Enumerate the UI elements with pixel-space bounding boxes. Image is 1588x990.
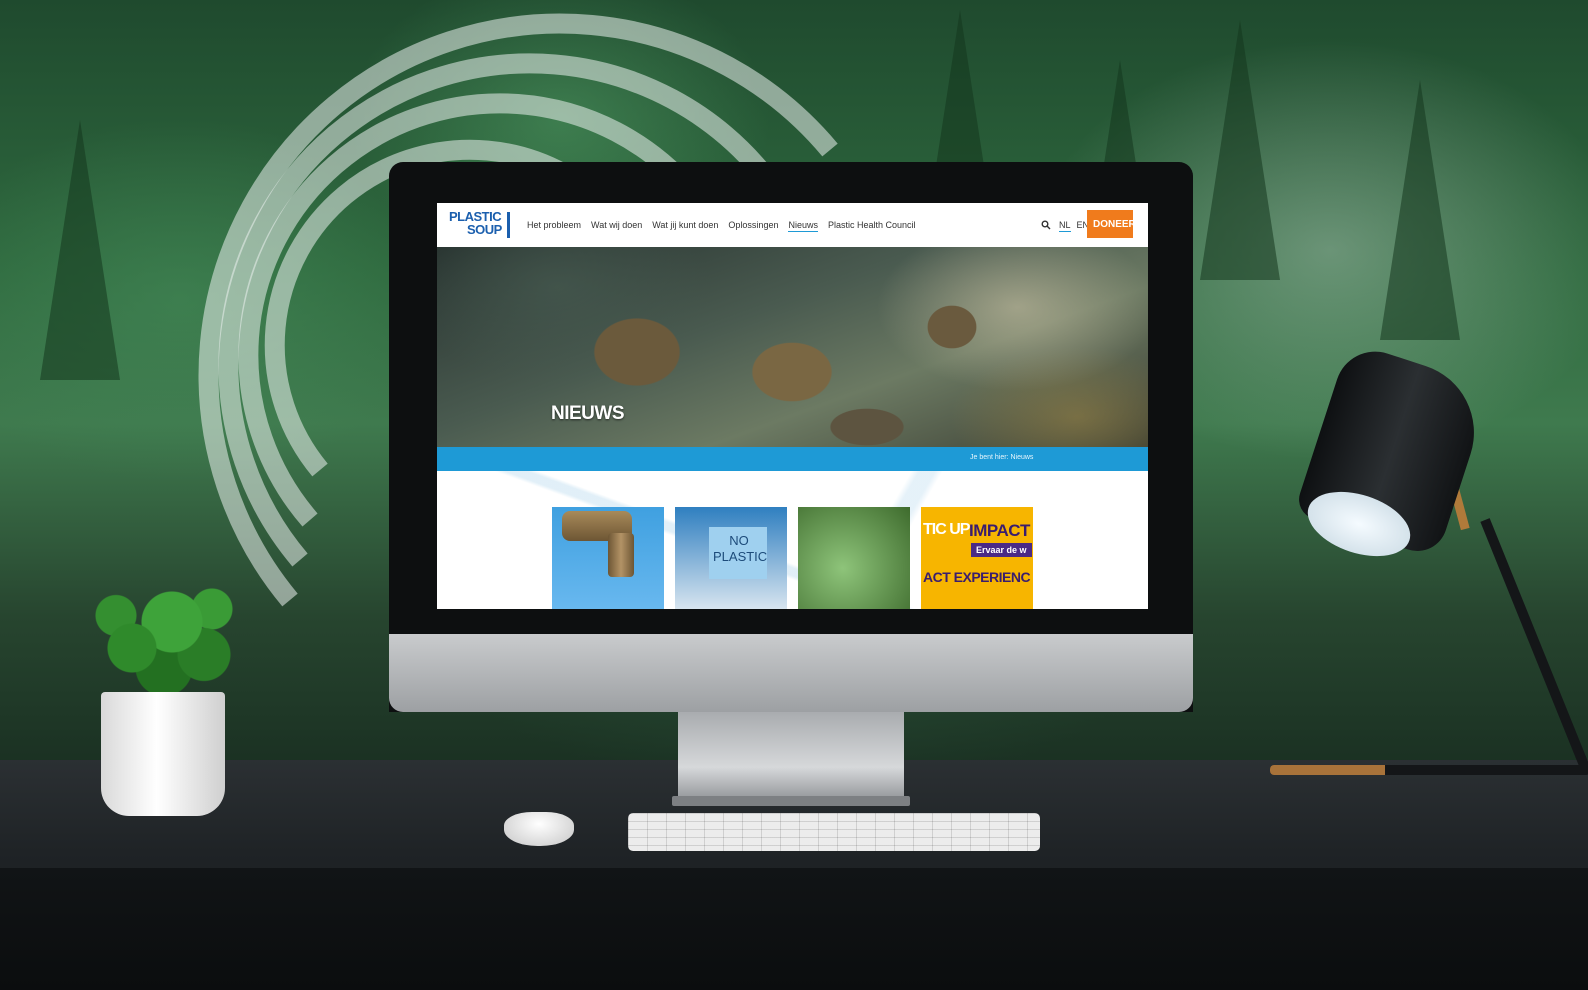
page-title: NIEUWS [551, 403, 625, 424]
impact-side-text: TIC UP [923, 521, 970, 538]
site-header: PLASTIC SOUP Het probleem Wat wij doen W… [437, 203, 1148, 247]
lamp-base-accent [1270, 765, 1385, 775]
main-menu: Het probleem Wat wij doen Wat jij kunt d… [527, 219, 916, 232]
plant-pot [101, 692, 225, 816]
breadcrumb-bar: Je bent hier: Nieuws [437, 447, 1148, 471]
impact-tagline: Ervaar de w [971, 543, 1032, 557]
impact-headline: IMPACT [969, 521, 1030, 540]
plastic-soup-logo[interactable]: PLASTIC SOUP [449, 210, 510, 240]
plant-leaves [84, 570, 244, 700]
keyboard [628, 813, 1040, 851]
nav-item-wat-wij-doen[interactable]: Wat wij doen [591, 219, 642, 232]
faucet-spout-image [608, 533, 634, 577]
desk-scene: PLASTIC SOUP Het probleem Wat wij doen W… [0, 0, 1588, 990]
lang-nl[interactable]: NL [1059, 219, 1071, 232]
monitor-chin [389, 634, 1193, 712]
nav-item-wat-jij-kunt-doen[interactable]: Wat jij kunt doen [652, 219, 718, 232]
desk-edge [0, 868, 1588, 990]
search-icon[interactable] [1041, 220, 1051, 230]
donate-button[interactable]: DONEER [1087, 210, 1136, 238]
nav-item-het-probleem[interactable]: Het probleem [527, 219, 581, 232]
nav-item-nieuws[interactable]: Nieuws [788, 219, 818, 232]
impact-bottom-text: ACT EXPERIENC [923, 569, 1031, 585]
logo-line-2: SOUP [467, 222, 502, 237]
logo-bar [507, 212, 510, 238]
sign-text: NO PLASTIC [713, 533, 768, 564]
news-card[interactable]: TIC UP IMPACT Ervaar de w ACT EXPERIENC [921, 507, 1033, 609]
nav-item-oplossingen[interactable]: Oplossingen [728, 219, 778, 232]
news-card[interactable]: NO PLASTIC [675, 507, 787, 609]
mouse [504, 812, 574, 846]
news-card[interactable] [798, 507, 910, 609]
news-grid: NO PLASTIC TIC UP IMPACT Ervaar de w ACT… [437, 471, 1148, 609]
protest-sign-image: NO PLASTIC [709, 527, 767, 579]
language-switch: NL EN [1059, 219, 1089, 232]
website-screen: PLASTIC SOUP Het probleem Wat wij doen W… [437, 203, 1148, 609]
monitor-stand-base [672, 796, 910, 806]
breadcrumb: Je bent hier: Nieuws [970, 454, 1034, 461]
hero-banner-turtles: NIEUWS [437, 247, 1148, 447]
nav-item-plastic-health-council[interactable]: Plastic Health Council [828, 219, 916, 232]
monitor-stand [678, 712, 904, 804]
news-card[interactable] [552, 507, 664, 609]
